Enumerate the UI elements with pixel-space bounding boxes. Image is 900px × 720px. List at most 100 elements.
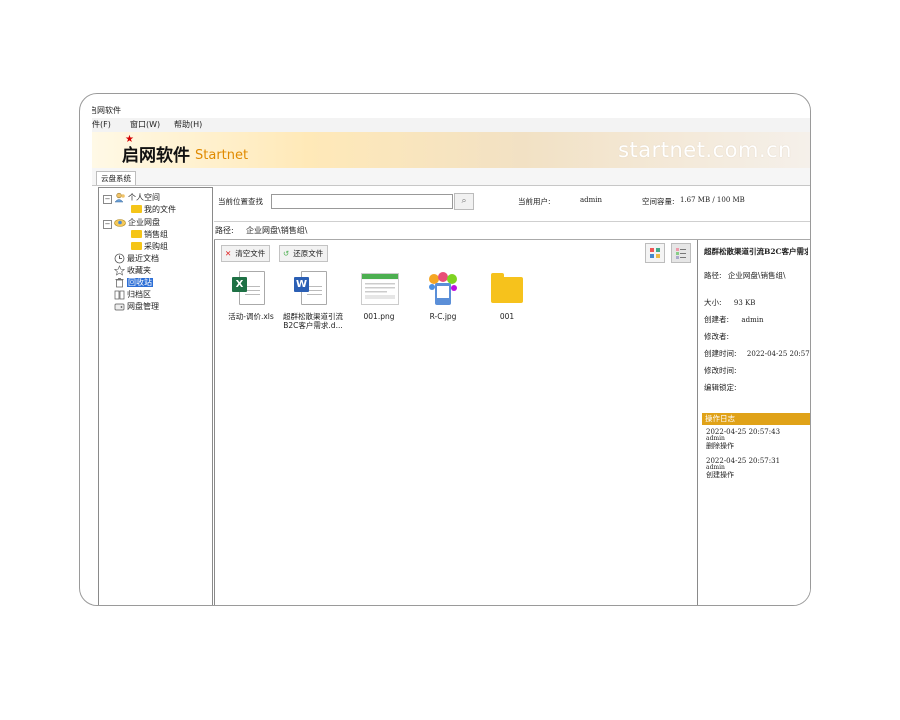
logo-cn: 启网软件 — [122, 146, 190, 166]
cloud-drive-icon — [114, 219, 126, 227]
tab-strip: 云盘系统 — [92, 168, 810, 186]
window-title-text: 启网软件 — [92, 106, 121, 115]
clear-files-label: 清空文件 — [235, 249, 266, 258]
image-thumbnail-icon — [359, 271, 399, 309]
image-thumbnail-icon — [423, 271, 463, 309]
brand-banner: ★ 启网软件 Startnet startnet.com.cn — [92, 132, 810, 168]
path-value: 企业网盘\销售组\ — [246, 226, 308, 235]
log-action: 删除操作 — [706, 442, 734, 450]
info-size-label: 大小: — [704, 298, 722, 307]
path-row: 路径: 企业网盘\销售组\ — [214, 221, 810, 240]
search-button[interactable]: ⌕ — [454, 193, 474, 210]
tree-archive-label: 归档区 — [127, 290, 151, 299]
tab-cloud-system[interactable]: 云盘系统 — [96, 171, 136, 185]
undo-icon: ↺ — [283, 249, 290, 258]
logo-en: Startnet — [195, 148, 249, 163]
log-action: 创建操作 — [706, 471, 734, 479]
archive-icon — [114, 290, 125, 300]
collapse-icon[interactable]: − — [103, 195, 112, 204]
file-item-jpg[interactable]: R-C.jpg — [407, 271, 479, 321]
tree-manage[interactable]: 网盘管理 — [114, 301, 159, 312]
folder-icon — [487, 271, 527, 309]
tree-recent[interactable]: 最近文档 — [114, 253, 159, 264]
watermark: startnet.com.cn — [618, 138, 792, 162]
restore-files-label: 还原文件 — [293, 249, 324, 258]
tree-archive[interactable]: 归档区 — [114, 289, 151, 300]
folder-icon — [131, 204, 142, 213]
info-modifier-label: 修改者: — [704, 332, 730, 341]
tree-personal[interactable]: 个人空间 — [114, 192, 160, 203]
search-icon: ⌕ — [461, 196, 467, 206]
screenshot-frame: 启网软件 文件(F) 窗口(W) 帮助(H) ★ 启网软件 Startnet s… — [79, 93, 811, 606]
close-icon: ✕ — [225, 249, 232, 258]
tree-purchase[interactable]: 采购组 — [131, 241, 168, 252]
info-modified-label: 修改时间: — [704, 366, 737, 375]
collapse-icon[interactable]: − — [103, 220, 112, 229]
drive-manage-icon — [114, 303, 125, 311]
info-path-row: 路径: 企业网盘\销售组\ — [704, 270, 785, 281]
tree-manage-label: 网盘管理 — [127, 302, 159, 311]
file-name: 001 — [499, 312, 515, 321]
menu-help[interactable]: 帮助(H) — [174, 118, 202, 132]
file-item-folder[interactable]: 001 — [471, 271, 543, 321]
info-pane: 超群松散渠道引流B2C客户需求.docx 路径: 企业网盘\销售组\ 大小: 9… — [700, 240, 810, 605]
info-size-row: 大小: 93 KB — [704, 297, 755, 308]
grid-view-icon — [650, 248, 660, 258]
restore-files-button[interactable]: ↺ 还原文件 — [279, 245, 329, 262]
search-row: 当前位置查找 ⌕ 当前用户: admin 空间容量: 1.67 MB / 100… — [214, 187, 810, 215]
info-lock-label: 编辑锁定: — [704, 383, 737, 392]
file-item-docx[interactable]: W 超群松散渠道引流B2C客户需求.d... — [277, 271, 349, 330]
info-created-value: 2022-04-25 20:57:31 — [746, 350, 810, 358]
info-path-value: 企业网盘\销售组\ — [727, 271, 786, 280]
tree-my-files-label: 我的文件 — [144, 205, 176, 214]
tree-recycle-label: 回收站 — [127, 278, 153, 287]
log-entry: 2022-04-25 20:57:43 admin 删除操作 — [706, 428, 780, 450]
info-lock-row: 编辑锁定: — [704, 382, 737, 393]
list-view-icon — [676, 248, 686, 259]
menu-file[interactable]: 文件(F) — [92, 118, 111, 132]
tree-favorites[interactable]: 收藏夹 — [114, 265, 151, 276]
tree-enterprise[interactable]: 企业网盘 — [114, 217, 160, 228]
tree-sales[interactable]: 销售组 — [131, 229, 168, 240]
info-creator-label: 创建者: — [704, 315, 730, 324]
info-path-label: 路径: — [704, 271, 722, 280]
current-user-label: 当前用户: — [518, 197, 551, 206]
file-name: R-C.jpg — [429, 312, 457, 321]
menu-bar: 文件(F) 窗口(W) 帮助(H) — [92, 118, 810, 132]
log-header: 操作日志 — [702, 413, 810, 425]
file-name: 001.png — [363, 312, 395, 321]
window-title: 启网软件 — [92, 104, 810, 118]
sidebar-tree: − 个人空间 我的文件 − 企业网盘 销售组 采购组 最近文档 收藏夹 回收站 … — [98, 187, 213, 605]
tree-recycle[interactable]: 回收站 — [114, 277, 153, 288]
tree-sales-label: 销售组 — [144, 230, 168, 239]
menu-window[interactable]: 窗口(W) — [130, 118, 160, 132]
clear-files-button[interactable]: ✕ 清空文件 — [221, 245, 271, 262]
file-item-png[interactable]: 001.png — [343, 271, 415, 321]
star-outline-icon — [114, 265, 125, 276]
folder-icon — [131, 229, 142, 238]
file-toolbar: ✕ 清空文件 ↺ 还原文件 — [221, 243, 691, 263]
file-pane: ✕ 清空文件 ↺ 还原文件 X 活动-调价.xls W 超群松散渠道引流B2C客… — [214, 240, 698, 605]
tree-my-files[interactable]: 我的文件 — [131, 204, 176, 215]
info-creator-value: admin — [741, 316, 764, 324]
clock-icon — [114, 253, 125, 264]
excel-file-icon: X — [231, 271, 271, 309]
thumbnail-view-button[interactable] — [645, 243, 665, 263]
list-view-button[interactable] — [671, 243, 691, 263]
path-label: 路径: — [215, 226, 234, 235]
info-created-row: 创建时间: 2022-04-25 20:57:31 — [704, 348, 810, 359]
info-creator-row: 创建者: admin — [704, 314, 763, 325]
info-modified-row: 修改时间: — [704, 365, 737, 376]
info-created-label: 创建时间: — [704, 349, 737, 358]
app-window: 启网软件 文件(F) 窗口(W) 帮助(H) ★ 启网软件 Startnet s… — [92, 104, 810, 605]
current-user: admin — [580, 196, 603, 204]
folder-icon — [131, 241, 142, 250]
tree-favorites-label: 收藏夹 — [127, 266, 151, 275]
trash-icon — [115, 278, 124, 288]
word-file-icon: W — [293, 271, 333, 309]
search-label: 当前位置查找 — [218, 197, 263, 206]
tree-purchase-label: 采购组 — [144, 242, 168, 251]
space-label: 空间容量: — [642, 197, 675, 206]
file-name: 超群松散渠道引流B2C客户需求.d... — [283, 312, 343, 330]
search-input[interactable] — [271, 194, 453, 209]
